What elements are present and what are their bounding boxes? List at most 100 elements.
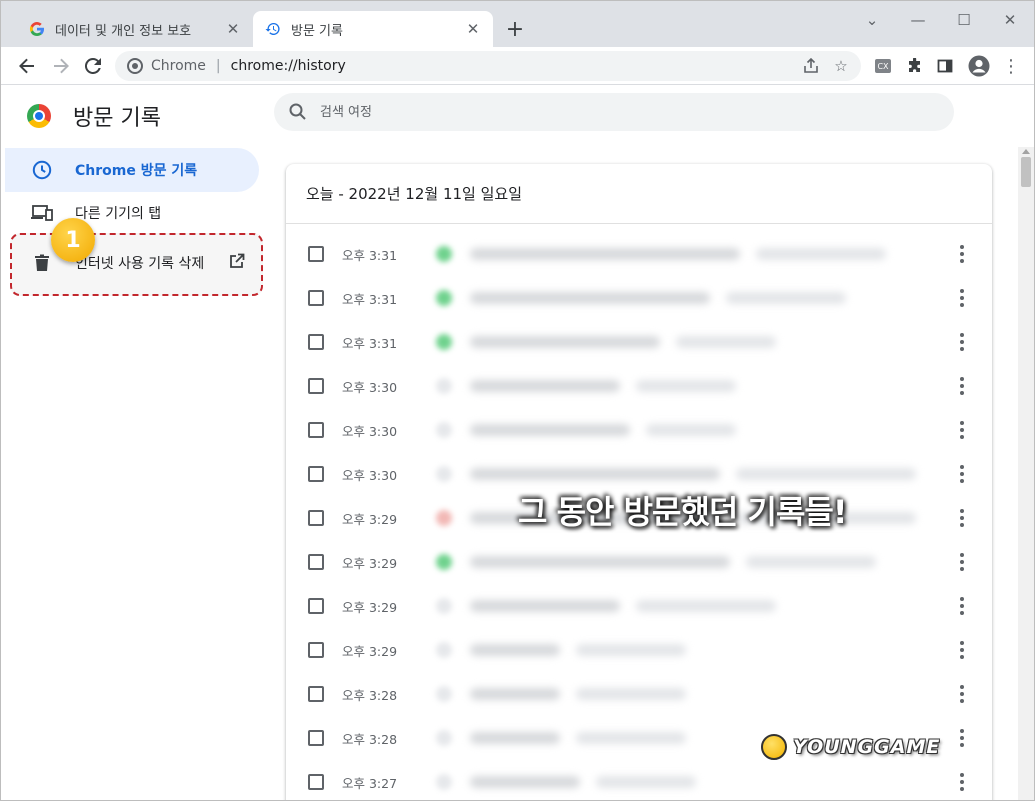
redacted-page-title[interactable] bbox=[470, 688, 560, 700]
forward-button[interactable] bbox=[47, 52, 75, 80]
sidebar-item-chrome-history[interactable]: Chrome 방문 기록 bbox=[5, 148, 259, 192]
more-actions-icon[interactable] bbox=[952, 330, 972, 354]
search-input[interactable] bbox=[320, 104, 920, 120]
devices-icon bbox=[31, 204, 53, 222]
site-chip[interactable]: Chrome bbox=[127, 58, 206, 74]
row-checkbox[interactable] bbox=[308, 378, 324, 394]
sidebar-item-label: 인터넷 사용 기록 삭제 bbox=[75, 256, 205, 272]
arrow-right-icon bbox=[54, 58, 69, 74]
redacted-page-title[interactable] bbox=[470, 776, 580, 788]
puzzle-icon[interactable] bbox=[901, 52, 929, 80]
redacted-domain bbox=[636, 380, 736, 392]
address-bar[interactable]: Chrome | chrome://history ☆ bbox=[115, 51, 861, 81]
more-actions-icon[interactable] bbox=[952, 550, 972, 574]
more-actions-icon[interactable] bbox=[952, 638, 972, 662]
row-checkbox[interactable] bbox=[308, 246, 324, 262]
share-icon[interactable] bbox=[799, 54, 823, 78]
history-row[interactable]: 오후 3:28 bbox=[286, 672, 992, 716]
watermark-text: YOUNGGAME bbox=[793, 736, 941, 758]
scroll-thumb[interactable] bbox=[1021, 157, 1031, 187]
site-favicon-icon bbox=[436, 686, 452, 702]
more-actions-icon[interactable] bbox=[952, 506, 972, 530]
scrollbar[interactable] bbox=[1018, 147, 1034, 800]
sidebar-item-other-devices[interactable]: 다른 기기의 탭 bbox=[5, 191, 259, 235]
more-actions-icon[interactable] bbox=[952, 770, 972, 794]
row-checkbox[interactable] bbox=[308, 554, 324, 570]
site-favicon-icon bbox=[436, 334, 452, 350]
history-brand: 방문 기록 bbox=[27, 100, 161, 132]
redacted-domain bbox=[746, 556, 876, 568]
reload-icon bbox=[85, 58, 101, 74]
row-checkbox[interactable] bbox=[308, 642, 324, 658]
google-g-icon bbox=[29, 21, 45, 37]
history-row[interactable]: 오후 3:29 bbox=[286, 540, 992, 584]
redacted-domain bbox=[576, 688, 686, 700]
more-menu-icon[interactable]: ⋮ bbox=[997, 52, 1025, 80]
more-actions-icon[interactable] bbox=[952, 462, 972, 486]
more-actions-icon[interactable] bbox=[952, 594, 972, 618]
close-window-button[interactable]: ✕ bbox=[987, 7, 1033, 33]
back-button[interactable] bbox=[13, 52, 41, 80]
visit-time: 오후 3:29 bbox=[342, 555, 398, 571]
date-header: 오늘 - 2022년 12월 11일 일요일 bbox=[286, 164, 992, 224]
row-checkbox[interactable] bbox=[308, 774, 324, 790]
redacted-page-title[interactable] bbox=[470, 644, 560, 656]
close-icon[interactable]: ✕ bbox=[225, 20, 241, 38]
redacted-page-title[interactable] bbox=[470, 292, 710, 304]
close-icon[interactable]: ✕ bbox=[465, 20, 481, 38]
scroll-up-arrow-icon[interactable] bbox=[1022, 149, 1030, 154]
redacted-page-title[interactable] bbox=[470, 336, 660, 348]
site-favicon-icon bbox=[436, 466, 452, 482]
row-checkbox[interactable] bbox=[308, 598, 324, 614]
minimize-button[interactable]: — bbox=[895, 7, 941, 33]
chevron-down-icon[interactable]: ⌄ bbox=[849, 7, 895, 33]
row-checkbox[interactable] bbox=[308, 334, 324, 350]
redacted-domain bbox=[576, 732, 686, 744]
row-checkbox[interactable] bbox=[308, 422, 324, 438]
side-panel-icon[interactable] bbox=[931, 52, 959, 80]
redacted-page-title[interactable] bbox=[470, 732, 560, 744]
redacted-page-title[interactable] bbox=[470, 600, 620, 612]
history-row[interactable]: 오후 3:30 bbox=[286, 364, 992, 408]
more-actions-icon[interactable] bbox=[952, 682, 972, 706]
url-text[interactable]: chrome://history bbox=[231, 58, 346, 74]
redacted-page-title[interactable] bbox=[470, 424, 630, 436]
maximize-button[interactable]: ☐ bbox=[941, 7, 987, 33]
open-in-new-icon[interactable] bbox=[229, 253, 245, 273]
redacted-page-title[interactable] bbox=[470, 468, 720, 480]
more-actions-icon[interactable] bbox=[952, 726, 972, 750]
history-row[interactable]: 오후 3:29 bbox=[286, 628, 992, 672]
star-icon[interactable]: ☆ bbox=[829, 54, 853, 78]
history-row[interactable]: 오후 3:31 bbox=[286, 232, 992, 276]
more-actions-icon[interactable] bbox=[952, 418, 972, 442]
more-actions-icon[interactable] bbox=[952, 374, 972, 398]
history-row[interactable]: 오후 3:27 bbox=[286, 760, 992, 800]
row-checkbox[interactable] bbox=[308, 730, 324, 746]
visit-time: 오후 3:28 bbox=[342, 731, 398, 747]
redacted-page-title[interactable] bbox=[470, 556, 730, 568]
history-row[interactable]: 오후 3:31 bbox=[286, 276, 992, 320]
more-actions-icon[interactable] bbox=[952, 286, 972, 310]
row-checkbox[interactable] bbox=[308, 290, 324, 306]
site-favicon-icon bbox=[436, 378, 452, 394]
sidebar-item-label: 다른 기기의 탭 bbox=[75, 206, 162, 222]
tab-history[interactable]: 방문 기록 ✕ bbox=[253, 11, 493, 47]
sidebar-item-clear-browsing-data[interactable]: 인터넷 사용 기록 삭제 bbox=[5, 241, 259, 285]
history-row[interactable]: 오후 3:30 bbox=[286, 408, 992, 452]
search-box[interactable] bbox=[274, 93, 954, 131]
profile-avatar-icon[interactable] bbox=[965, 52, 993, 80]
row-checkbox[interactable] bbox=[308, 510, 324, 526]
search-icon bbox=[289, 103, 306, 120]
tab-privacy[interactable]: 데이터 및 개인 정보 보호 ✕ bbox=[17, 11, 253, 47]
row-checkbox[interactable] bbox=[308, 466, 324, 482]
row-checkbox[interactable] bbox=[308, 686, 324, 702]
page-title: 방문 기록 bbox=[73, 106, 161, 131]
more-actions-icon[interactable] bbox=[952, 242, 972, 266]
redacted-page-title[interactable] bbox=[470, 380, 620, 392]
history-row[interactable]: 오후 3:29 bbox=[286, 584, 992, 628]
reload-button[interactable] bbox=[79, 52, 107, 80]
redacted-page-title[interactable] bbox=[470, 248, 740, 260]
extension-cx-icon[interactable]: CX bbox=[869, 52, 897, 80]
new-tab-button[interactable]: + bbox=[501, 17, 529, 45]
history-row[interactable]: 오후 3:31 bbox=[286, 320, 992, 364]
